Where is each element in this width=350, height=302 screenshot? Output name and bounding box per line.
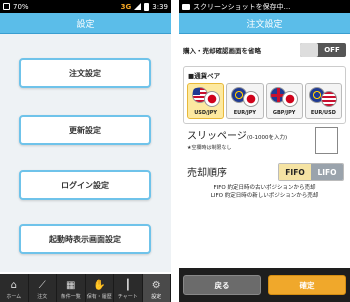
tab-label: 注文	[37, 294, 48, 300]
fifo-option[interactable]: FIFO	[279, 164, 311, 180]
status-bar: 70% 3G 3:39	[0, 0, 171, 13]
tab-order[interactable]: ⟋ 注文	[29, 274, 57, 302]
update-settings-button[interactable]: 更新設定	[19, 115, 151, 145]
pair-eur-jpy[interactable]: EUR/JPY	[226, 83, 264, 119]
status-left-text: 70%	[13, 2, 29, 11]
tab-label: 設定	[151, 294, 162, 300]
status-time: 3:39	[152, 2, 168, 11]
pair-code: GBP/JPY	[272, 110, 296, 116]
confirm-button[interactable]: 確定	[268, 275, 346, 295]
fifo-description: FIFO 約定日時の古いポジションから売却	[213, 185, 316, 191]
slippage-title: スリッページ	[187, 131, 247, 142]
tab-label: チャート	[117, 294, 138, 300]
screen-divider	[171, 0, 179, 302]
tab-label: 条件一覧	[60, 294, 81, 300]
order-settings-screen: スクリーンショットを保存中... 注文設定 購入・売却確認画面を省略 OFF ■…	[179, 0, 350, 302]
pair-eur-usd[interactable]: EUR/USD	[304, 83, 342, 119]
table-icon: ▦	[66, 280, 76, 291]
currency-pair-list: USD/JPY EUR/JPY GBP/JPY EUR/USD	[184, 83, 345, 119]
notification-icon	[3, 3, 10, 10]
status-text: スクリーンショットを保存中...	[193, 2, 291, 11]
sell-order-title: 売却順序	[187, 168, 227, 179]
page-title: 注文設定	[179, 13, 350, 34]
tab-holdings[interactable]: ✋ 保有・履歴	[86, 274, 114, 302]
confirm-skip-toggle[interactable]: OFF	[300, 43, 346, 57]
slippage-hint: (0-1000を入力)	[246, 135, 288, 141]
sell-order-description: FIFO 約定日時の古いポジションから売却 LIFO 約定日時の新しいポジション…	[183, 184, 346, 200]
page-title: 設定	[0, 13, 171, 34]
currency-pair-heading: ■通貨ペア	[188, 72, 221, 80]
us-flag-icon	[321, 91, 338, 107]
tab-label: 保有・履歴	[86, 294, 112, 300]
tab-chart[interactable]: ┃ チャート	[114, 274, 143, 302]
settings-screen: 70% 3G 3:39 設定 注文設定 更新設定 ログイン設定 起動時表示画面設…	[0, 0, 171, 302]
footer-bar: 戻る 確定	[179, 268, 350, 302]
jp-flag-icon	[282, 91, 299, 107]
login-settings-button[interactable]: ログイン設定	[19, 170, 151, 200]
pair-code: USD/JPY	[194, 110, 218, 116]
confirm-skip-label: 購入・売却確認画面を省略	[183, 47, 261, 55]
toggle-state: OFF	[324, 46, 340, 54]
tab-home[interactable]: ⌂ ホーム	[0, 274, 29, 302]
gear-icon: ⚙	[151, 280, 161, 291]
bottom-tab-bar: ⌂ ホーム ⟋ 注文 ▦ 条件一覧 ✋ 保有・履歴 ┃ チャート ⚙ 設定	[0, 274, 171, 302]
jp-flag-icon	[242, 91, 259, 107]
status-bar: スクリーンショットを保存中...	[179, 0, 350, 13]
slippage-section: スリッページ(0-1000を入力) ★空欄時は制限なし	[187, 127, 350, 157]
jp-flag-icon	[203, 91, 220, 107]
currency-pair-panel: ■通貨ペア USD/JPY EUR/JPY GBP/JPY EUR/USD	[183, 66, 346, 124]
tab-label: ホーム	[6, 294, 22, 300]
sell-order-toggle: FIFO LIFO	[278, 163, 344, 181]
pair-usd-jpy[interactable]: USD/JPY	[187, 83, 225, 119]
lifo-description: LIFO 約定日時の新しいポジションから売却	[210, 193, 319, 199]
settings-menu: 注文設定 更新設定 ログイン設定 起動時表示画面設定	[0, 34, 171, 272]
screenshot-icon	[182, 3, 190, 10]
back-button[interactable]: 戻る	[183, 275, 261, 295]
slippage-input[interactable]	[315, 127, 338, 154]
network-type: 3G	[120, 2, 132, 11]
pair-gbp-jpy[interactable]: GBP/JPY	[265, 83, 303, 119]
signal-icon	[134, 3, 142, 10]
candle-chart-icon: ┃	[124, 280, 131, 291]
house-icon: ⌂	[10, 280, 17, 291]
sell-order-section: 売却順序 FIFO LIFO FIFO 約定日時の古いポジションから売却 LIF…	[179, 161, 350, 203]
startup-screen-settings-button[interactable]: 起動時表示画面設定	[19, 224, 151, 254]
handshake-icon: ✋	[93, 280, 106, 291]
chart-line-icon: ⟋	[38, 280, 46, 291]
pair-code: EUR/USD	[310, 110, 336, 116]
confirm-skip-row: 購入・売却確認画面を省略 OFF	[179, 40, 350, 60]
lifo-option[interactable]: LIFO	[311, 164, 343, 180]
order-settings-button[interactable]: 注文設定	[19, 58, 151, 88]
battery-icon	[144, 2, 150, 11]
tab-settings[interactable]: ⚙ 設定	[142, 274, 171, 302]
pair-code: EUR/JPY	[233, 110, 257, 116]
toggle-knob	[300, 43, 318, 57]
tab-conditions[interactable]: ▦ 条件一覧	[57, 274, 86, 302]
